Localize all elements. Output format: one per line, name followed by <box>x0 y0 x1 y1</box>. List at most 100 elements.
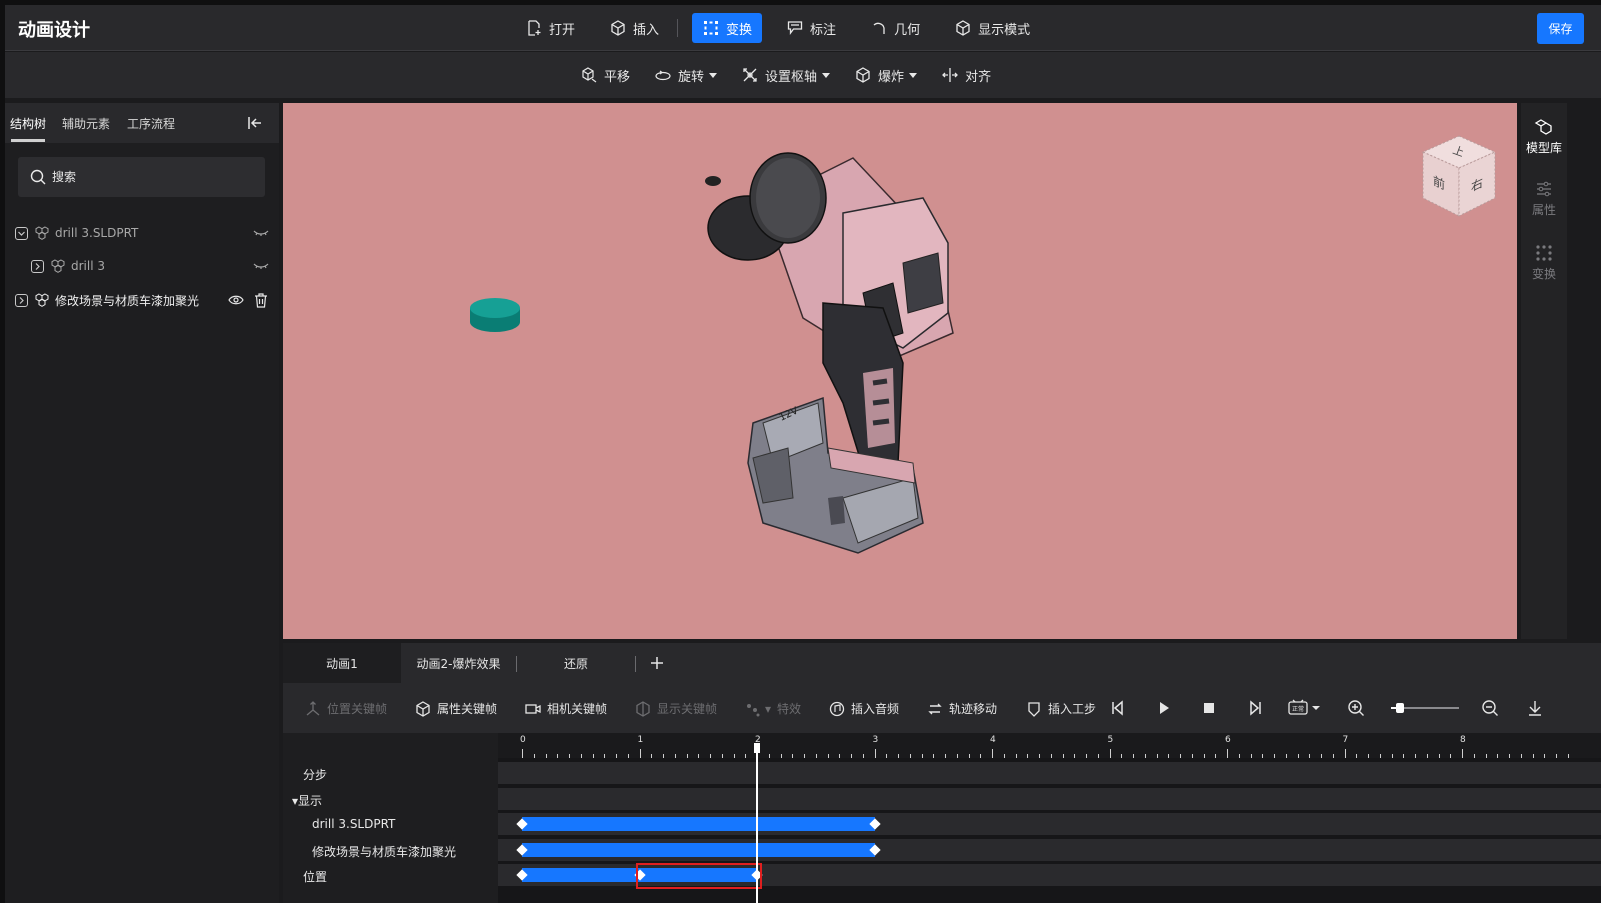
expand-toggle-icon[interactable] <box>31 259 44 273</box>
search-field[interactable] <box>18 157 265 197</box>
stop-icon[interactable] <box>1200 699 1218 717</box>
view-cube[interactable]: 上 前 右 <box>1419 134 1499 218</box>
ruler-tick <box>1403 754 1405 758</box>
ruler-tick <box>721 754 723 758</box>
3d-viewport[interactable]: 12V 上 前 右 <box>283 103 1517 639</box>
app-window: 动画设计 打开 插入 变换 标注 几何 显示模式 保存 平移 旋转 设置枢轴 爆… <box>5 5 1601 903</box>
playback-speed-label: 正常 <box>1292 706 1305 713</box>
tab-auxiliary[interactable]: 辅助元素 <box>62 115 110 132</box>
playback-speed-dropdown[interactable]: 正常 <box>1288 699 1322 717</box>
model-library-button[interactable]: 模型库 <box>1521 117 1567 156</box>
save-button[interactable]: 保存 <box>1537 13 1584 44</box>
effects-icon <box>745 701 761 717</box>
ruler-tick <box>1039 754 1040 758</box>
next-frame-icon[interactable] <box>1245 699 1263 717</box>
menu-geometry[interactable]: 几何 <box>860 13 930 43</box>
ruler-tick <box>1215 754 1217 758</box>
animation-bar[interactable] <box>522 843 875 857</box>
zoom-slider-handle[interactable] <box>1396 703 1405 713</box>
track-label[interactable]: ▾显示 <box>292 792 322 809</box>
trash-icon[interactable] <box>253 292 269 308</box>
property-keyframe-label: 属性关键帧 <box>437 702 498 716</box>
ruler-tick <box>1274 754 1275 758</box>
explode-icon <box>854 66 872 84</box>
camera-keyframe-button[interactable]: 相机关键帧 <box>525 700 607 717</box>
eye-closed-icon[interactable] <box>253 225 269 241</box>
properties-label: 属性 <box>1531 203 1556 217</box>
app-title: 动画设计 <box>18 20 90 41</box>
ruler-tick <box>839 754 841 758</box>
ruler-tick <box>909 754 911 758</box>
tab-animation-1[interactable]: 动画1 <box>283 643 401 683</box>
display-keyframe-button[interactable]: 显示关键帧 <box>635 700 717 717</box>
pivot-icon <box>741 66 759 84</box>
trajectory-move-button[interactable]: 轨迹移动 <box>927 700 997 717</box>
timeline-area[interactable]: 012345678 <box>498 733 1601 903</box>
tree-item-scene-material[interactable]: 修改场景与材质车漆加聚光 <box>5 290 279 310</box>
pivot-tool[interactable]: 设置枢轴 <box>741 66 831 85</box>
menu-transform[interactable]: 变换 <box>692 13 763 43</box>
align-tool[interactable]: 对齐 <box>941 66 991 85</box>
track-row[interactable] <box>498 839 1601 861</box>
tab-structure-tree[interactable]: 结构树 <box>10 115 46 132</box>
properties-button[interactable]: 属性 <box>1521 179 1567 218</box>
tree-item-drill-sldprt[interactable]: drill 3.SLDPRT <box>5 223 279 243</box>
transform-panel-button[interactable]: 变换 <box>1521 243 1567 282</box>
playhead-handle[interactable] <box>754 743 760 753</box>
tab-animation-2[interactable]: 动画2-爆炸效果 <box>401 643 516 683</box>
download-icon[interactable] <box>1526 699 1544 717</box>
menu-open[interactable]: 打开 <box>515 13 585 43</box>
ruler-tick <box>1509 754 1510 758</box>
drill-body: 12V <box>705 152 954 554</box>
selected-segment-highlight[interactable] <box>635 863 762 889</box>
animation-bar[interactable] <box>522 817 875 831</box>
chevron-down-icon[interactable] <box>909 72 918 78</box>
structure-panel: 结构树 辅助元素 工序流程 drill 3.SLDPRT drill 3 <box>5 103 279 903</box>
expand-toggle-icon[interactable] <box>15 293 28 307</box>
chevron-down-icon[interactable] <box>709 72 718 78</box>
search-input[interactable] <box>52 170 252 184</box>
position-keyframe-button[interactable]: 位置关键帧 <box>305 700 387 717</box>
ruler-tick <box>1180 754 1181 758</box>
ruler-tick <box>780 754 782 758</box>
effects-button[interactable]: ▾ 特效 <box>745 700 801 717</box>
explode-tool[interactable]: 爆炸 <box>854 66 918 85</box>
previous-frame-icon[interactable] <box>1110 699 1128 717</box>
menu-display-mode[interactable]: 显示模式 <box>944 13 1040 43</box>
zoom-out-icon[interactable] <box>1481 699 1499 717</box>
translate-tool[interactable]: 平移 <box>580 66 630 85</box>
tab-process-flow[interactable]: 工序流程 <box>127 115 175 132</box>
insert-audio-button[interactable]: 插入音频 <box>829 700 899 717</box>
track-row[interactable] <box>498 863 1601 889</box>
play-icon[interactable] <box>1155 699 1173 717</box>
ruler-label: 0 <box>520 735 526 745</box>
time-ruler[interactable]: 012345678 <box>498 733 1601 758</box>
insert-step-button[interactable]: 插入工步 <box>1026 700 1096 717</box>
ruler-tick <box>980 754 982 758</box>
chevron-down-icon[interactable] <box>822 72 831 78</box>
tab-restore[interactable]: 还原 <box>517 643 635 683</box>
eye-closed-icon[interactable] <box>253 258 269 274</box>
eye-icon[interactable] <box>228 292 244 308</box>
track-row[interactable] <box>498 762 1601 784</box>
playhead[interactable] <box>756 743 758 903</box>
menu-annotation[interactable]: 标注 <box>776 13 846 43</box>
menu-insert[interactable]: 插入 <box>599 13 669 43</box>
track-row[interactable] <box>498 788 1601 810</box>
property-keyframe-button[interactable]: 属性关键帧 <box>415 700 497 717</box>
track-row[interactable] <box>498 813 1601 835</box>
ruler-tick <box>651 754 653 758</box>
tree-item-label: drill 3 <box>71 259 106 273</box>
zoom-in-icon[interactable] <box>1347 699 1365 717</box>
collapse-panel-icon[interactable] <box>247 115 263 131</box>
ruler-tick <box>557 754 559 758</box>
tree-item-drill[interactable]: drill 3 <box>5 256 279 276</box>
rotate-tool[interactable]: 旋转 <box>654 66 718 85</box>
ruler-tick <box>1567 754 1569 758</box>
pivot-label: 设置枢轴 <box>765 69 818 85</box>
ruler-tick <box>921 754 923 758</box>
collapse-toggle-icon[interactable] <box>15 226 28 240</box>
menu-display-mode-label: 显示模式 <box>978 22 1031 38</box>
zoom-slider[interactable] <box>1391 703 1459 713</box>
add-tab-icon[interactable] <box>648 654 666 672</box>
